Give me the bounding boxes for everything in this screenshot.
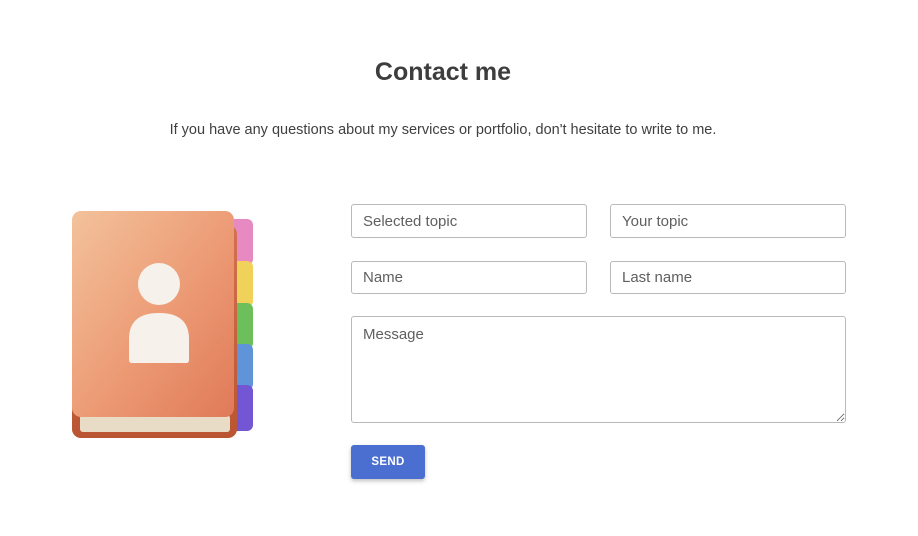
your-topic-field[interactable]: [610, 204, 846, 238]
send-button[interactable]: SEND: [351, 445, 425, 479]
message-field[interactable]: [351, 316, 846, 423]
selected-topic-field[interactable]: [351, 204, 587, 238]
contact-book-icon: [62, 205, 262, 445]
name-field[interactable]: [351, 261, 587, 294]
page-subtitle: If you have any questions about my servi…: [169, 122, 717, 138]
last-name-field[interactable]: [610, 261, 846, 294]
person-head-icon: [138, 263, 180, 305]
person-body-icon: [129, 313, 189, 363]
contact-page: Contact me If you have any questions abo…: [0, 0, 918, 536]
page-title: Contact me: [374, 58, 512, 86]
